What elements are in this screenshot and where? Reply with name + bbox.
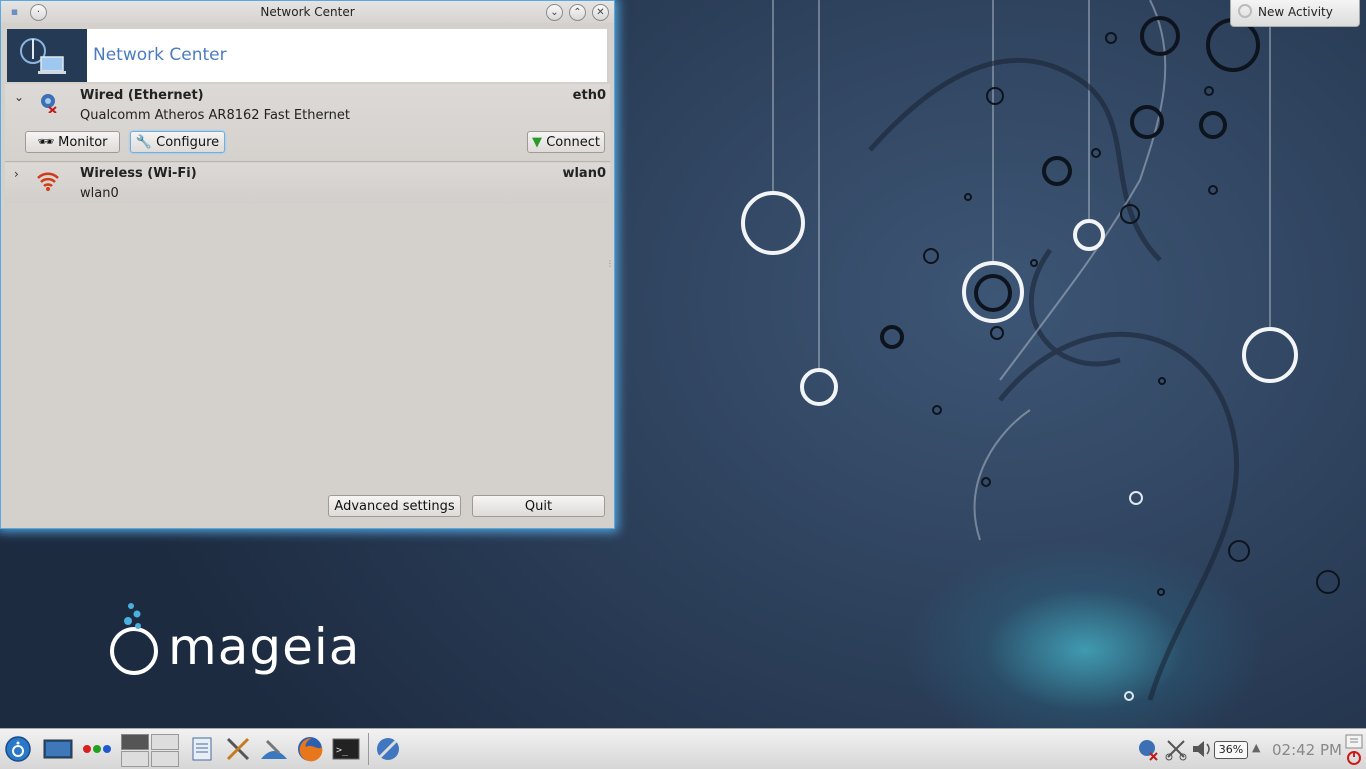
- tray-expand-icon[interactable]: ▲: [1252, 741, 1260, 754]
- interface-name: Wireless (Wi-Fi): [80, 166, 197, 181]
- network-center-window: ▪ · Network Center ⌄ ⌃ ✕ Network Center …: [0, 0, 615, 529]
- window-titlebar[interactable]: ▪ · Network Center ⌄ ⌃ ✕: [1, 1, 614, 23]
- interface-device: wlan0: [562, 166, 606, 181]
- clipboard-icon[interactable]: [1164, 735, 1192, 763]
- app-header: Network Center: [7, 29, 607, 82]
- close-icon[interactable]: ✕: [592, 4, 609, 21]
- divider: [5, 161, 610, 162]
- wifi-icon: [36, 169, 60, 193]
- terminal-icon[interactable]: >_: [332, 735, 360, 763]
- mageia-logo-text: mageia: [168, 618, 361, 676]
- clock[interactable]: 02:42 PM: [1272, 741, 1342, 759]
- binoculars-icon: 🕶: [37, 135, 54, 150]
- maximize-icon[interactable]: ⌃: [569, 4, 586, 21]
- mageia-menu-icon[interactable]: [4, 735, 32, 763]
- connect-arrow-icon: ▼: [532, 135, 543, 150]
- page-title: Network Center: [93, 45, 227, 65]
- activities-dots-icon[interactable]: [82, 735, 111, 763]
- battery-icon[interactable]: 36%: [1214, 741, 1248, 759]
- expand-chevron-icon[interactable]: ⌄: [14, 90, 24, 104]
- wrench-icon: 🔧: [135, 135, 153, 150]
- battery-percent: 36%: [1218, 743, 1244, 756]
- window-title: Network Center: [260, 5, 355, 19]
- interface-device: eth0: [572, 88, 606, 103]
- interface-wired: ⌄ Wired (Ethernet) eth0 Qualcomm Atheros…: [5, 84, 610, 160]
- interface-description: wlan0: [80, 186, 119, 201]
- network-status-icon[interactable]: [1136, 735, 1164, 763]
- notes-icon[interactable]: [188, 735, 216, 763]
- network-tools-icon[interactable]: [259, 735, 287, 763]
- interface-wireless: › Wireless (Wi-Fi) wlan0 wlan0: [5, 163, 610, 203]
- resize-grip-icon[interactable]: ⋮: [606, 259, 614, 268]
- activity-icon: [1238, 4, 1252, 18]
- firefox-icon[interactable]: [296, 735, 324, 763]
- interface-name: Wired (Ethernet): [80, 88, 204, 103]
- interface-description: Qualcomm Atheros AR8162 Fast Ethernet: [80, 108, 350, 123]
- quit-button[interactable]: Quit: [472, 495, 605, 517]
- mageia-logo-mark: [110, 603, 158, 675]
- wired-network-icon: [39, 93, 59, 114]
- connect-button[interactable]: ▼ Connect: [527, 131, 605, 153]
- monitor-button[interactable]: 🕶 Monitor: [25, 131, 120, 153]
- shutdown-icon[interactable]: [1345, 733, 1363, 765]
- network-center-logo-icon: [7, 29, 87, 82]
- svg-text:>_: >_: [336, 745, 349, 756]
- minimize-icon[interactable]: ⌄: [546, 4, 563, 21]
- new-activity-button[interactable]: New Activity: [1230, 0, 1360, 27]
- pager-icon[interactable]: [121, 734, 179, 767]
- advanced-settings-button[interactable]: Advanced settings: [328, 495, 461, 517]
- collapse-chevron-icon[interactable]: ›: [14, 167, 19, 181]
- configure-button[interactable]: 🔧 Configure: [130, 131, 225, 153]
- tools-icon[interactable]: [224, 735, 252, 763]
- desktop-icon[interactable]: [43, 735, 73, 763]
- new-activity-label: New Activity: [1258, 5, 1333, 19]
- taskbar: >_ 36% ▲ 02:42 PM: [0, 728, 1366, 769]
- network-center-icon[interactable]: [374, 735, 402, 763]
- taskbar-separator: [368, 733, 369, 765]
